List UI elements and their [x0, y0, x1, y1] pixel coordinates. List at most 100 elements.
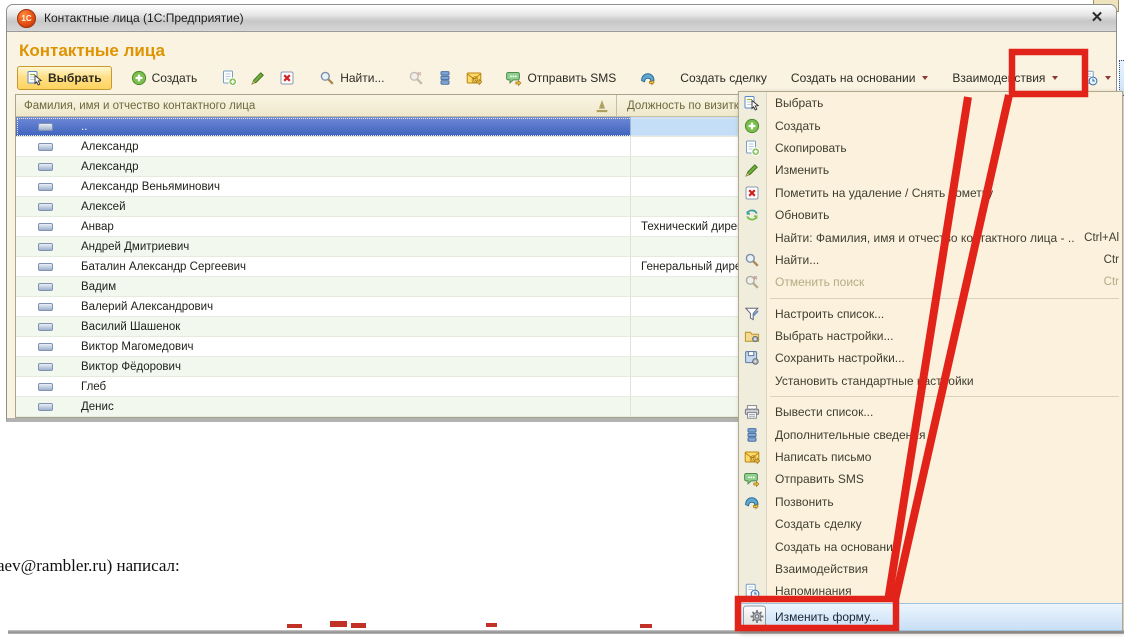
copy-button[interactable] [216, 66, 242, 90]
mail-icon: @ [466, 70, 482, 86]
contact-item-icon [38, 383, 53, 391]
sort-indicator-icon [594, 98, 610, 114]
create-icon [744, 118, 760, 134]
copy-icon [744, 140, 760, 156]
gear-button [743, 605, 766, 628]
1c-logo-icon: 1С [17, 9, 36, 28]
doc-clock-icon [1082, 70, 1098, 86]
menu-create-deal[interactable]: Создать сделку [739, 513, 1122, 535]
menu-call[interactable]: Позвонить [739, 491, 1122, 513]
contact-item-icon [38, 123, 53, 131]
all-actions-menu: ВыбратьСоздатьСкопироватьИзменитьПометит… [738, 91, 1123, 631]
phone-icon [744, 494, 760, 510]
print-icon [744, 404, 760, 420]
filter-icon [744, 306, 760, 322]
create-deal-button[interactable]: Создать сделку [675, 67, 772, 89]
menu-find-column[interactable]: Найти: Фамилия, имя и отчество контактно… [739, 226, 1122, 248]
menu-change-form[interactable]: Изменить форму... [739, 603, 1122, 631]
folder-gear-icon [744, 328, 760, 344]
clipped-red-text-marks [287, 621, 652, 628]
menu-cancel-search[interactable]: Отменить поискCtr [739, 271, 1122, 293]
sms-icon [744, 471, 760, 487]
additional-info-button[interactable] [432, 66, 458, 90]
menu-send-sms[interactable]: Отправить SMS [739, 468, 1122, 490]
doc-clock-icon [744, 583, 760, 599]
toolbar: Выбрать Создать Найти... @ Отправить SMS Созд… [17, 64, 1106, 92]
menu-interactions[interactable]: Взаимодействия [739, 558, 1122, 580]
menu-copy[interactable]: Скопировать [739, 137, 1122, 159]
create-icon [131, 70, 147, 86]
select-icon [27, 70, 43, 86]
sms-icon [506, 70, 522, 86]
interactions-button[interactable]: Взаимодействия [947, 67, 1063, 89]
delete-icon [744, 185, 760, 201]
contact-item-icon [38, 263, 53, 271]
menu-refresh[interactable]: Обновить [739, 204, 1122, 226]
contact-item-icon [38, 143, 53, 151]
select-icon [744, 95, 760, 111]
menu-additional-info[interactable]: Дополнительные сведения [739, 423, 1122, 445]
title-bar[interactable]: 1С Контактные лица (1С:Предприятие) ✕ [7, 5, 1116, 32]
menu-separator [770, 298, 1119, 299]
menu-print-list[interactable]: Вывести список... [739, 401, 1122, 423]
menu-create-based-on[interactable]: Создать на основании [739, 535, 1122, 557]
select-button[interactable]: Выбрать [17, 66, 112, 90]
contact-item-icon [38, 343, 53, 351]
contact-item-icon [38, 203, 53, 211]
contact-item-icon [38, 363, 53, 371]
reminders-button[interactable] [1077, 66, 1116, 90]
mark-delete-button[interactable] [274, 66, 300, 90]
menu-edit[interactable]: Изменить [739, 159, 1122, 181]
contact-item-icon [38, 183, 53, 191]
contact-item-icon [38, 323, 53, 331]
magnifier-icon [319, 70, 335, 86]
menu-shortcut: Ctrl+Al [1084, 232, 1119, 244]
menu-separator [770, 396, 1119, 397]
menu-standard-settings[interactable]: Установить стандартные настройки [739, 370, 1122, 392]
magnifier-icon [744, 252, 760, 268]
delete-icon [279, 70, 295, 86]
create-based-on-button[interactable]: Создать на основании [786, 67, 934, 89]
column-header-name[interactable]: Фамилия, имя и отчество контактного лица [16, 95, 616, 116]
create-button[interactable]: Создать [126, 66, 203, 90]
menu-write-letter[interactable]: @Написать письмо [739, 446, 1122, 468]
call-button[interactable] [635, 66, 661, 90]
menu-select[interactable]: Выбрать [739, 92, 1122, 114]
chevron-down-icon [1105, 76, 1111, 80]
contact-item-icon [38, 223, 53, 231]
edit-icon [744, 162, 760, 178]
write-letter-button[interactable]: @ [461, 66, 487, 90]
gear-icon [749, 609, 765, 625]
menu-choose-settings[interactable]: Выбрать настройки... [739, 325, 1122, 347]
send-sms-button[interactable]: Отправить SMS [501, 66, 621, 90]
details-icon [437, 70, 453, 86]
menu-reminders[interactable]: Напоминания [739, 580, 1122, 602]
menu-shortcut: Ctr [1104, 276, 1119, 288]
edit-icon [250, 70, 266, 86]
contact-item-icon [38, 403, 53, 411]
menu-save-settings[interactable]: Сохранить настройки... [739, 347, 1122, 369]
menu-configure-list[interactable]: Настроить список... [739, 303, 1122, 325]
save-gear-icon [744, 350, 760, 366]
phone-icon [640, 70, 656, 86]
find-button[interactable]: Найти... [314, 66, 389, 90]
contact-item-icon [38, 303, 53, 311]
chevron-down-icon [922, 76, 928, 80]
edit-button[interactable] [245, 66, 271, 90]
page-title: Контактные лица [19, 41, 165, 61]
copy-icon [221, 70, 237, 86]
refresh-icon [744, 207, 760, 223]
close-button[interactable]: ✕ [1088, 9, 1106, 27]
cancel-search-button[interactable] [403, 66, 429, 90]
menu-create[interactable]: Создать [739, 114, 1122, 136]
background-email-text: aev@rambler.ru) написал: [0, 556, 180, 576]
mail-icon: @ [744, 449, 760, 465]
menu-find[interactable]: Найти...Ctr [739, 249, 1122, 271]
menu-mark-delete[interactable]: Пометить на удаление / Снять пометку [739, 182, 1122, 204]
contact-item-icon [38, 243, 53, 251]
contact-item-icon [38, 283, 53, 291]
cancel-search-icon [744, 274, 760, 290]
cancel-search-icon [408, 70, 424, 86]
window-title: Контактные лица (1С:Предприятие) [44, 11, 244, 25]
details-icon [744, 427, 760, 443]
